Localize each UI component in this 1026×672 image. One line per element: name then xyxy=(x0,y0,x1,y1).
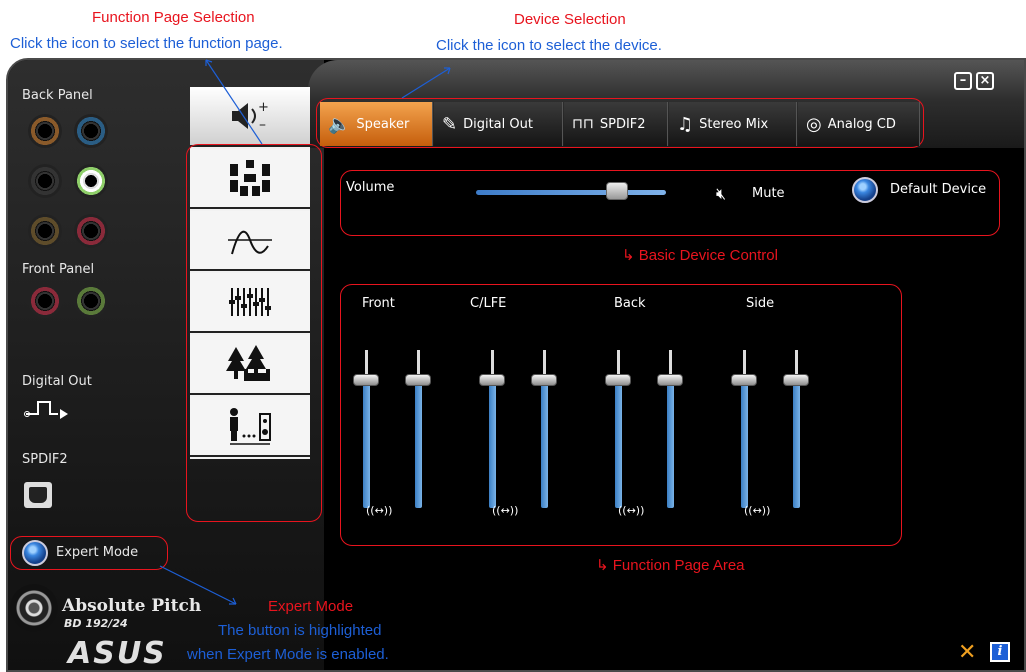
mute-icon[interactable]: 🔇︎ xyxy=(716,184,726,204)
channel-left-fader[interactable] xyxy=(489,378,496,508)
fader-thumb[interactable] xyxy=(531,374,557,386)
expert-mode-annotation-title: Expert Mode xyxy=(268,598,354,615)
channel-left-fader[interactable] xyxy=(741,378,748,508)
channel-label: Side xyxy=(746,296,775,311)
fader-top-line xyxy=(365,350,368,376)
tab-spdif2-label: SPDIF2 xyxy=(599,116,646,132)
back-jack-3[interactable] xyxy=(28,164,62,198)
close-button[interactable]: × xyxy=(976,72,994,90)
tab-spdif2[interactable]: ⊓⊓ SPDIF2 xyxy=(564,102,668,146)
svg-text:–: – xyxy=(259,117,266,133)
asus-logo: ASUS xyxy=(68,636,167,671)
fader-top-line xyxy=(743,350,746,376)
front-panel-label: Front Panel xyxy=(22,262,95,277)
music-note-icon: ♫ xyxy=(677,113,694,135)
pulse-icon: ⊓⊓ xyxy=(572,116,594,132)
absolute-pitch-logo-subtext: BD 192/24 xyxy=(64,617,128,630)
mute-label[interactable]: Mute xyxy=(752,186,785,201)
absolute-pitch-logo-icon xyxy=(10,584,58,632)
channel-right-fader[interactable] xyxy=(793,378,800,508)
tab-analog-cd[interactable]: ◎ Analog CD xyxy=(798,102,920,146)
default-device-label: Default Device xyxy=(890,182,987,197)
channel-right-fader[interactable] xyxy=(415,378,422,508)
fader-thumb[interactable] xyxy=(353,374,379,386)
channel-left-fader[interactable] xyxy=(615,378,622,508)
fader-top-line xyxy=(669,350,672,376)
fader-top-line xyxy=(617,350,620,376)
settings-tools-icon[interactable]: ✕ xyxy=(958,640,976,665)
balance-icon[interactable]: ((↔)) xyxy=(744,504,770,517)
basic-control-annotation: ↳ Basic Device Control xyxy=(622,247,778,264)
tab-analog-cd-label: Analog CD xyxy=(827,116,896,132)
front-jack-2[interactable] xyxy=(74,284,108,318)
function-page-volume[interactable]: + – xyxy=(190,87,310,147)
digital-out-label: Digital Out xyxy=(22,374,92,389)
tab-stereo-mix-label: Stereo Mix xyxy=(699,116,769,132)
minimize-button[interactable]: – xyxy=(954,72,972,90)
tab-speaker[interactable]: 🔈 Speaker xyxy=(320,102,433,146)
expert-mode-annotation-desc-2: when Expert Mode is enabled. xyxy=(187,646,389,663)
spdif-port-icon[interactable] xyxy=(24,482,52,508)
fader-thumb[interactable] xyxy=(783,374,809,386)
back-jack-4-active[interactable] xyxy=(74,164,108,198)
default-device-button[interactable] xyxy=(852,177,878,203)
fader-top-line xyxy=(795,350,798,376)
back-jack-1[interactable] xyxy=(28,114,62,148)
spdif2-label: SPDIF2 xyxy=(22,452,68,467)
function-page-area-annotation-text: Function Page Area xyxy=(612,557,745,574)
function-page-area-annotation: ↳ Function Page Area xyxy=(596,557,745,574)
balance-icon[interactable]: ((↔)) xyxy=(492,504,518,517)
fader-thumb[interactable] xyxy=(479,374,505,386)
volume-icon: +– xyxy=(232,100,269,133)
back-jack-6[interactable] xyxy=(74,214,108,248)
fader-top-line xyxy=(491,350,494,376)
fader-top-line xyxy=(417,350,420,376)
svg-text:+: + xyxy=(258,100,269,115)
basic-control-annotation-text: Basic Device Control xyxy=(638,247,778,264)
function-page-highlight-box xyxy=(186,144,322,522)
volume-label: Volume xyxy=(346,180,395,195)
fader-thumb[interactable] xyxy=(657,374,683,386)
balance-icon[interactable]: ((↔)) xyxy=(618,504,644,517)
fader-thumb[interactable] xyxy=(731,374,757,386)
channel-label: C/LFE xyxy=(470,296,507,311)
volume-slider-thumb[interactable] xyxy=(605,182,628,200)
digital-out-icon[interactable] xyxy=(24,398,76,425)
back-jack-5[interactable] xyxy=(28,214,62,248)
back-jack-2[interactable] xyxy=(74,114,108,148)
volume-slider[interactable] xyxy=(476,190,666,195)
fader-thumb[interactable] xyxy=(605,374,631,386)
channel-label: Back xyxy=(614,296,646,311)
function-page-annotation-title: Function Page Selection xyxy=(92,9,255,26)
tab-stereo-mix[interactable]: ♫ Stereo Mix xyxy=(669,102,797,146)
balance-icon[interactable]: ((↔)) xyxy=(366,504,392,517)
channel-right-fader[interactable] xyxy=(667,378,674,508)
absolute-pitch-logo-text: Absolute Pitch xyxy=(62,596,202,616)
fader-top-line xyxy=(543,350,546,376)
tab-digital-out[interactable]: ✎ Digital Out xyxy=(434,102,563,146)
front-jack-1[interactable] xyxy=(28,284,62,318)
plug-icon: ✎ xyxy=(442,113,458,135)
back-panel-label: Back Panel xyxy=(22,88,93,103)
device-selection-annotation-title: Device Selection xyxy=(514,11,626,28)
fader-thumb[interactable] xyxy=(405,374,431,386)
tab-speaker-label: Speaker xyxy=(356,116,410,132)
info-icon[interactable]: i xyxy=(990,642,1010,662)
tab-digital-out-label: Digital Out xyxy=(463,116,533,132)
channel-right-fader[interactable] xyxy=(541,378,548,508)
cd-icon: ◎ xyxy=(806,113,822,135)
speaker-icon: 🔈 xyxy=(328,113,351,135)
channel-label: Front xyxy=(362,296,395,311)
expert-mode-annotation-desc-1: The button is highlighted xyxy=(218,622,382,639)
channel-left-fader[interactable] xyxy=(363,378,370,508)
basic-control-highlight-box xyxy=(340,170,1000,236)
device-selection-annotation-desc: Click the icon to select the device. xyxy=(436,37,662,54)
expert-mode-highlight-box xyxy=(10,536,168,570)
function-page-annotation-desc: Click the icon to select the function pa… xyxy=(10,35,283,52)
